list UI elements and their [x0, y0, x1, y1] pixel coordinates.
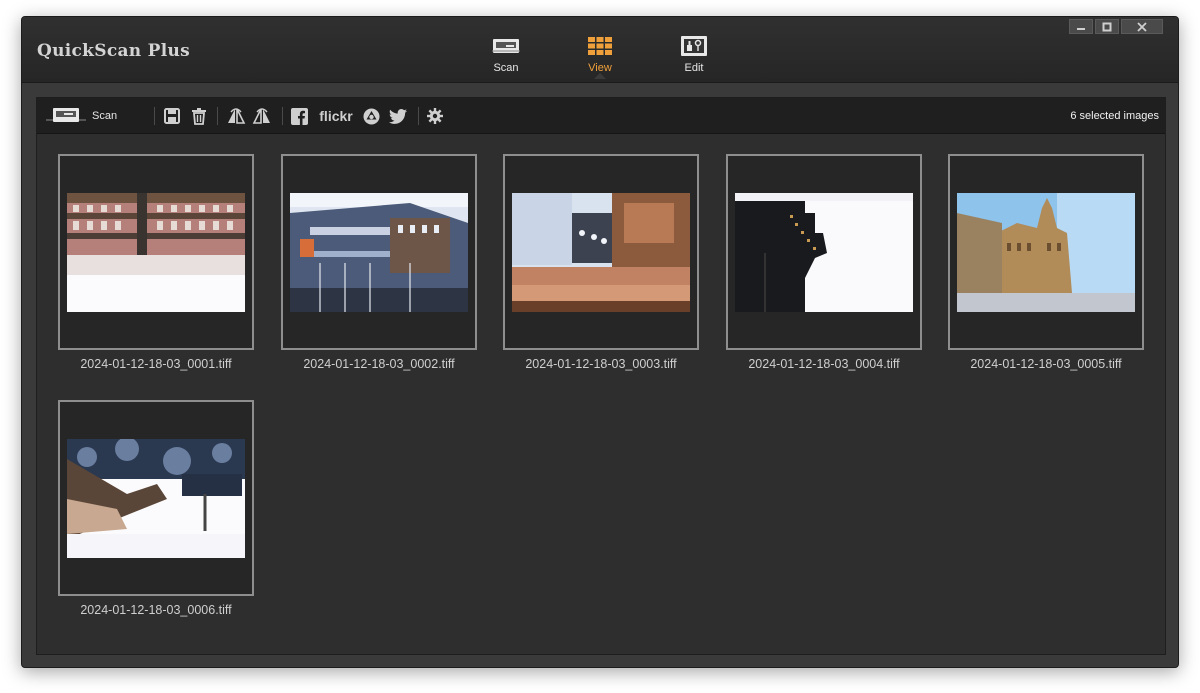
- image-filename: 2024-01-12-18-03_0005.tiff: [970, 357, 1122, 371]
- edit-tools-icon: [681, 36, 707, 56]
- close-icon: [1137, 21, 1147, 32]
- toolbar-divider: [154, 107, 155, 125]
- facebook-icon: [290, 107, 308, 125]
- scan-button[interactable]: [45, 106, 87, 126]
- window-controls: [1069, 19, 1163, 34]
- selected-count: 6 selected images: [1070, 110, 1159, 122]
- image-thumbnail[interactable]: [503, 154, 699, 350]
- nav-tab-view[interactable]: View: [570, 35, 630, 79]
- nav-tab-label: Edit: [684, 62, 704, 74]
- thumbnail-image: [512, 193, 690, 312]
- twitter-share-button[interactable]: [387, 106, 409, 126]
- image-thumbnail[interactable]: [948, 154, 1144, 350]
- facebook-share-button[interactable]: [289, 106, 309, 126]
- flickr-share-button[interactable]: flickr: [317, 106, 355, 126]
- image-thumbnail[interactable]: [726, 154, 922, 350]
- save-icon: [164, 108, 180, 124]
- image-thumbnail[interactable]: [58, 154, 254, 350]
- flip-vertical-button[interactable]: [251, 106, 273, 126]
- maximize-icon: [1102, 22, 1112, 31]
- title-bar: QuickScan Plus Scan View Edit: [22, 17, 1178, 83]
- trash-icon: [192, 107, 206, 125]
- toolbar-divider: [282, 107, 283, 125]
- flickr-icon: flickr: [319, 108, 353, 124]
- image-filename: 2024-01-12-18-03_0002.tiff: [303, 357, 455, 371]
- thumbnail-image: [735, 193, 913, 312]
- picasa-icon: [363, 108, 379, 124]
- toolbar-divider: [217, 107, 218, 125]
- thumbnail-image: [67, 439, 245, 558]
- active-tab-caret: [594, 73, 606, 79]
- thumbnail-image: [290, 193, 468, 312]
- minimize-icon: [1077, 27, 1085, 30]
- settings-button[interactable]: [425, 106, 445, 126]
- picasa-share-button[interactable]: [361, 106, 381, 126]
- twitter-icon: [389, 108, 407, 124]
- nav-tab-label: Scan: [493, 62, 519, 74]
- flip-vertical-icon: [252, 108, 270, 124]
- save-button[interactable]: [163, 106, 181, 126]
- flip-horizontal-icon: [228, 108, 246, 124]
- nav-tab-edit[interactable]: Edit: [664, 35, 724, 74]
- main-nav: Scan View Edit: [22, 35, 1178, 83]
- scanner-icon: [492, 39, 520, 53]
- app-window: QuickScan Plus Scan View Edit Scan flick…: [21, 16, 1179, 668]
- thumbnail-image: [67, 193, 245, 312]
- settings-icon: [427, 108, 443, 124]
- toolbar: Scan flickr 6 selected images: [37, 98, 1165, 134]
- scan-label: Scan: [92, 110, 118, 122]
- delete-button[interactable]: [190, 106, 208, 126]
- thumbnail-image: [957, 193, 1135, 312]
- image-thumbnail[interactable]: [58, 400, 254, 596]
- minimize-button[interactable]: [1069, 19, 1093, 34]
- maximize-button[interactable]: [1095, 19, 1119, 34]
- toolbar-divider: [418, 107, 419, 125]
- image-filename: 2024-01-12-18-03_0001.tiff: [80, 357, 232, 371]
- grid-view-icon: [588, 37, 612, 55]
- image-filename: 2024-01-12-18-03_0003.tiff: [525, 357, 677, 371]
- flip-horizontal-button[interactable]: [225, 106, 247, 126]
- image-filename: 2024-01-12-18-03_0004.tiff: [748, 357, 900, 371]
- scanner-icon: [46, 108, 86, 122]
- main-content: Scan flickr 6 selected images 2024-01-12…: [36, 97, 1166, 655]
- image-thumbnail[interactable]: [281, 154, 477, 350]
- nav-tab-scan[interactable]: Scan: [476, 35, 536, 74]
- close-button[interactable]: [1121, 19, 1163, 34]
- image-filename: 2024-01-12-18-03_0006.tiff: [80, 603, 232, 617]
